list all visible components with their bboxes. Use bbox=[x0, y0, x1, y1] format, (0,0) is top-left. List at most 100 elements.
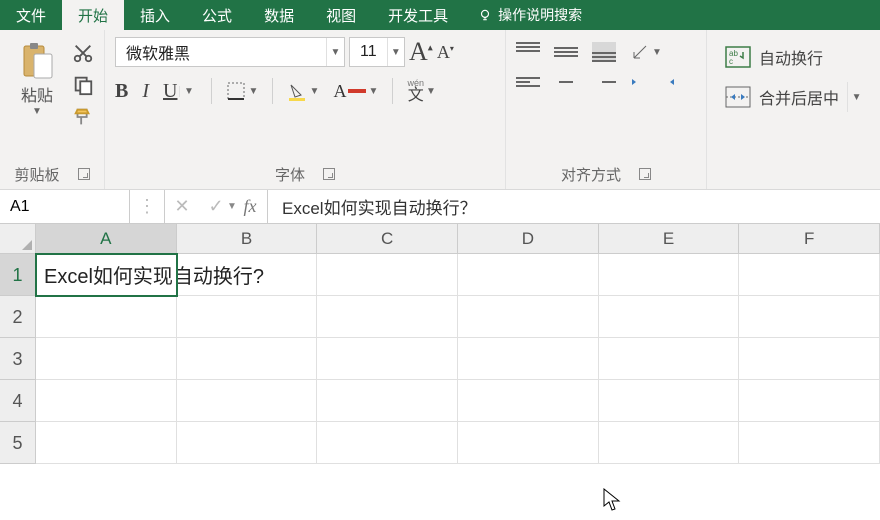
cell-C3[interactable] bbox=[317, 338, 458, 380]
cell-C1[interactable] bbox=[317, 254, 458, 296]
merge-center-button[interactable]: 合并后居中 ▼ bbox=[721, 82, 869, 112]
row-header-5[interactable]: 5 bbox=[0, 422, 36, 464]
formula-handle[interactable]: ⋮ bbox=[130, 190, 164, 223]
format-painter-icon[interactable] bbox=[72, 106, 94, 128]
align-bottom-button[interactable] bbox=[592, 42, 616, 62]
cell-E5[interactable] bbox=[599, 422, 740, 464]
borders-button[interactable]: ▼ bbox=[226, 81, 258, 101]
font-dialog-launcher[interactable] bbox=[323, 168, 335, 180]
cell-A5[interactable] bbox=[36, 422, 177, 464]
tab-formulas[interactable]: 公式 bbox=[186, 0, 248, 30]
cell-B4[interactable] bbox=[177, 380, 318, 422]
cell-B2[interactable] bbox=[177, 296, 318, 338]
cell-B3[interactable] bbox=[177, 338, 318, 380]
underline-button[interactable]: U bbox=[163, 80, 177, 103]
cell-E1[interactable] bbox=[599, 254, 740, 296]
cell-A4[interactable] bbox=[36, 380, 177, 422]
wrap-text-button[interactable]: abc 自动换行 bbox=[721, 42, 827, 72]
tab-view[interactable]: 视图 bbox=[310, 0, 372, 30]
cell-C4[interactable] bbox=[317, 380, 458, 422]
alignment-group-label: 对齐方式 bbox=[561, 164, 621, 185]
clipboard-group-label: 剪贴板 bbox=[14, 164, 59, 185]
tab-developer[interactable]: 开发工具 bbox=[372, 0, 464, 30]
name-box[interactable]: ▼ bbox=[0, 190, 130, 223]
cell-D4[interactable] bbox=[458, 380, 599, 422]
copy-icon[interactable] bbox=[72, 74, 94, 96]
cell-E3[interactable] bbox=[599, 338, 740, 380]
grow-font-icon[interactable]: A▴ bbox=[409, 37, 433, 67]
cell-D1[interactable] bbox=[458, 254, 599, 296]
formula-bar: ▼ ⋮ ✕ ✓ fx bbox=[0, 190, 880, 224]
cell-B5[interactable] bbox=[177, 422, 318, 464]
enter-formula-button[interactable]: ✓ bbox=[199, 190, 233, 223]
decrease-indent-icon[interactable] bbox=[630, 72, 654, 92]
cell-A2[interactable] bbox=[36, 296, 177, 338]
increase-indent-icon[interactable] bbox=[668, 72, 692, 92]
row-header-1[interactable]: 1 bbox=[0, 254, 36, 296]
select-all-corner[interactable] bbox=[0, 224, 36, 254]
alignment-dialog-launcher[interactable] bbox=[639, 168, 651, 180]
paste-button[interactable]: 粘贴 ▼ bbox=[10, 36, 64, 117]
align-right-button[interactable] bbox=[592, 72, 616, 92]
merge-dropdown[interactable]: ▼ bbox=[847, 82, 865, 112]
cell-F4[interactable] bbox=[739, 380, 880, 422]
align-center-button[interactable] bbox=[554, 72, 578, 92]
font-name-value: 微软雅黑 bbox=[116, 40, 326, 64]
cell-D2[interactable] bbox=[458, 296, 599, 338]
menu-tabs: 文件 开始 插入 公式 数据 视图 开发工具 操作说明搜索 bbox=[0, 0, 880, 30]
col-header-B[interactable]: B bbox=[177, 224, 318, 254]
svg-text:c: c bbox=[729, 57, 733, 66]
font-color-button[interactable]: A ▼ bbox=[333, 81, 378, 102]
col-header-F[interactable]: F bbox=[739, 224, 880, 254]
mouse-cursor-icon bbox=[603, 488, 621, 512]
fill-color-button[interactable]: ▼ bbox=[287, 81, 319, 101]
tell-me-search[interactable]: 操作说明搜索 bbox=[464, 0, 596, 30]
align-top-button[interactable] bbox=[516, 42, 540, 62]
lightbulb-icon bbox=[478, 8, 492, 22]
tab-insert[interactable]: 插入 bbox=[124, 0, 186, 30]
tab-file[interactable]: 文件 bbox=[0, 0, 62, 30]
formula-input[interactable] bbox=[268, 190, 880, 223]
cancel-formula-button[interactable]: ✕ bbox=[165, 190, 199, 223]
tab-home[interactable]: 开始 bbox=[62, 0, 124, 30]
font-name-dropdown[interactable]: 微软雅黑 ▼ bbox=[115, 37, 345, 67]
row-header-2[interactable]: 2 bbox=[0, 296, 36, 338]
cell-D3[interactable] bbox=[458, 338, 599, 380]
row-header-4[interactable]: 4 bbox=[0, 380, 36, 422]
underline-dropdown[interactable]: ▼ bbox=[179, 86, 197, 97]
col-header-C[interactable]: C bbox=[317, 224, 458, 254]
cell-D5[interactable] bbox=[458, 422, 599, 464]
cell-F2[interactable] bbox=[739, 296, 880, 338]
cell-A3[interactable] bbox=[36, 338, 177, 380]
cell-C5[interactable] bbox=[317, 422, 458, 464]
font-size-dropdown[interactable]: 11 ▼ bbox=[349, 37, 405, 67]
paste-dropdown-caret[interactable]: ▼ bbox=[32, 106, 42, 117]
italic-button[interactable]: I bbox=[142, 80, 149, 103]
cell-C2[interactable] bbox=[317, 296, 458, 338]
col-header-A[interactable]: A bbox=[36, 224, 177, 254]
row-header-3[interactable]: 3 bbox=[0, 338, 36, 380]
bold-button[interactable]: B bbox=[115, 80, 128, 103]
cell-F5[interactable] bbox=[739, 422, 880, 464]
cut-icon[interactable] bbox=[72, 42, 94, 64]
phonetic-guide-button[interactable]: wén 文 ▼ bbox=[407, 79, 436, 104]
col-header-D[interactable]: D bbox=[458, 224, 599, 254]
spreadsheet-grid: A B C D E F 1 Excel如何实现自动换行? 2 3 bbox=[0, 224, 880, 464]
cell-A1[interactable]: Excel如何实现自动换行? bbox=[36, 254, 177, 296]
group-clipboard: 粘贴 ▼ 剪贴板 bbox=[0, 30, 105, 189]
cell-E4[interactable] bbox=[599, 380, 740, 422]
cell-F3[interactable] bbox=[739, 338, 880, 380]
clipboard-dialog-launcher[interactable] bbox=[78, 168, 90, 180]
font-group-label: 字体 bbox=[275, 164, 305, 185]
tab-data[interactable]: 数据 bbox=[248, 0, 310, 30]
col-header-E[interactable]: E bbox=[599, 224, 740, 254]
font-color-swatch bbox=[348, 89, 366, 93]
insert-function-button[interactable]: fx bbox=[233, 190, 267, 223]
shrink-font-icon[interactable]: A▾ bbox=[437, 42, 454, 63]
cell-E2[interactable] bbox=[599, 296, 740, 338]
orientation-button[interactable]: ▼ bbox=[630, 42, 662, 62]
align-middle-button[interactable] bbox=[554, 42, 578, 62]
cell-F1[interactable] bbox=[739, 254, 880, 296]
align-left-button[interactable] bbox=[516, 72, 540, 92]
divider bbox=[392, 78, 393, 104]
